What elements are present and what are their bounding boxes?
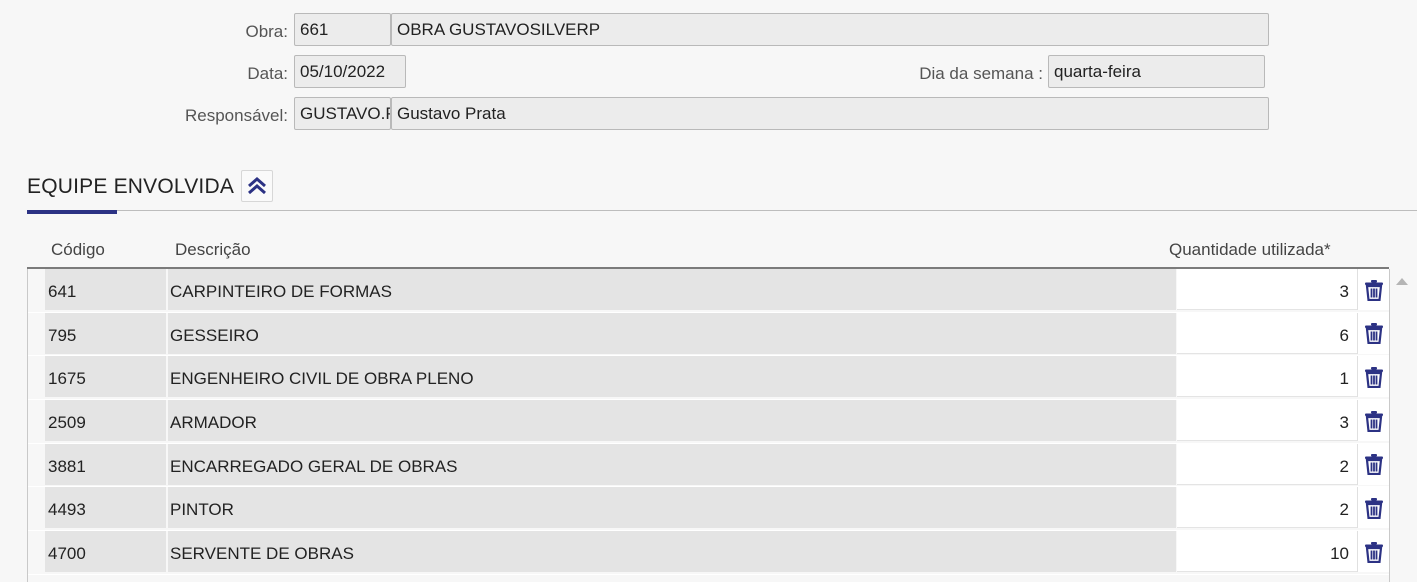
section-title: EQUIPE ENVOLVIDA bbox=[27, 175, 235, 198]
scroll-up-arrow-icon[interactable] bbox=[1396, 278, 1408, 285]
double-chevron-up-icon bbox=[248, 177, 266, 195]
trash-icon bbox=[1364, 541, 1383, 563]
quantity-input[interactable]: 6 bbox=[1177, 312, 1357, 354]
obra-name-field[interactable]: OBRA GUSTAVOSILVERP bbox=[391, 13, 1269, 46]
cell-codigo: 795 bbox=[45, 312, 166, 354]
trash-icon bbox=[1364, 323, 1383, 345]
trash-icon bbox=[1364, 497, 1383, 519]
cell-codigo: 3881 bbox=[45, 443, 166, 485]
date-field[interactable]: 05/10/2022 bbox=[294, 55, 406, 88]
cell-codigo: 2509 bbox=[45, 400, 166, 442]
cell-descricao: GESSEIRO bbox=[168, 312, 1176, 354]
obra-label: Obra: bbox=[245, 22, 288, 41]
section-accent-bar bbox=[27, 210, 117, 214]
section-divider bbox=[27, 210, 1417, 211]
weekday-field[interactable]: quarta-feira bbox=[1048, 55, 1265, 88]
cell-descricao: ARMADOR bbox=[168, 400, 1176, 442]
cell-codigo: 4700 bbox=[45, 531, 166, 573]
table-row: 795 GESSEIRO 6 bbox=[28, 312, 1389, 357]
quantity-input[interactable]: 2 bbox=[1177, 443, 1357, 485]
trash-icon bbox=[1364, 410, 1383, 432]
quantity-input[interactable]: 2 bbox=[1177, 487, 1357, 529]
responsavel-name-field[interactable]: Gustavo Prata bbox=[391, 97, 1269, 130]
data-label: Data: bbox=[247, 64, 288, 83]
table-row: 2509 ARMADOR 3 bbox=[28, 400, 1389, 444]
quantity-input[interactable]: 3 bbox=[1177, 400, 1357, 442]
table-row: 1675 ENGENHEIRO CIVIL DE OBRA PLENO 1 bbox=[28, 356, 1389, 401]
cell-descricao: ENGENHEIRO CIVIL DE OBRA PLENO bbox=[168, 356, 1176, 398]
cell-codigo: 4493 bbox=[45, 487, 166, 529]
quantity-input[interactable]: 1 bbox=[1177, 356, 1357, 398]
cell-descricao: SERVENTE DE OBRAS bbox=[168, 531, 1176, 573]
table-right-border bbox=[1389, 269, 1390, 582]
cell-codigo: 1675 bbox=[45, 356, 166, 398]
team-table-body: 641 CARPINTEIRO DE FORMAS 3 795 GESSEIRO… bbox=[28, 269, 1389, 575]
weekday-label: Dia da semana : bbox=[919, 64, 1043, 83]
delete-row-button[interactable] bbox=[1357, 312, 1389, 354]
table-row: 4493 PINTOR 2 bbox=[28, 487, 1389, 532]
collapse-button[interactable] bbox=[241, 170, 273, 202]
quantity-input[interactable]: 3 bbox=[1177, 269, 1357, 310]
quantity-input[interactable]: 10 bbox=[1177, 531, 1357, 573]
delete-row-button[interactable] bbox=[1357, 356, 1389, 398]
header-quantidade: Quantidade utilizada* bbox=[1169, 240, 1331, 259]
cell-descricao: CARPINTEIRO DE FORMAS bbox=[168, 269, 1176, 310]
delete-row-button[interactable] bbox=[1357, 269, 1389, 310]
table-row: 4700 SERVENTE DE OBRAS 10 bbox=[28, 531, 1389, 575]
trash-icon bbox=[1364, 366, 1383, 388]
header-descricao: Descrição bbox=[175, 240, 251, 259]
header-codigo: Código bbox=[51, 240, 105, 259]
responsavel-label: Responsável: bbox=[184, 106, 288, 125]
trash-icon bbox=[1364, 279, 1383, 301]
delete-row-button[interactable] bbox=[1357, 400, 1389, 442]
cell-descricao: ENCARREGADO GERAL DE OBRAS bbox=[168, 443, 1176, 485]
table-row: 641 CARPINTEIRO DE FORMAS 3 bbox=[28, 269, 1389, 313]
table-row: 3881 ENCARREGADO GERAL DE OBRAS 2 bbox=[28, 443, 1389, 488]
cell-descricao: PINTOR bbox=[168, 487, 1176, 529]
trash-icon bbox=[1364, 454, 1383, 476]
delete-row-button[interactable] bbox=[1357, 487, 1389, 529]
obra-code-field[interactable]: 661 bbox=[294, 13, 391, 46]
delete-row-button[interactable] bbox=[1357, 531, 1389, 573]
cell-codigo: 641 bbox=[45, 269, 166, 310]
responsavel-code-field[interactable]: GUSTAVO.P bbox=[294, 97, 391, 130]
delete-row-button[interactable] bbox=[1357, 443, 1389, 485]
